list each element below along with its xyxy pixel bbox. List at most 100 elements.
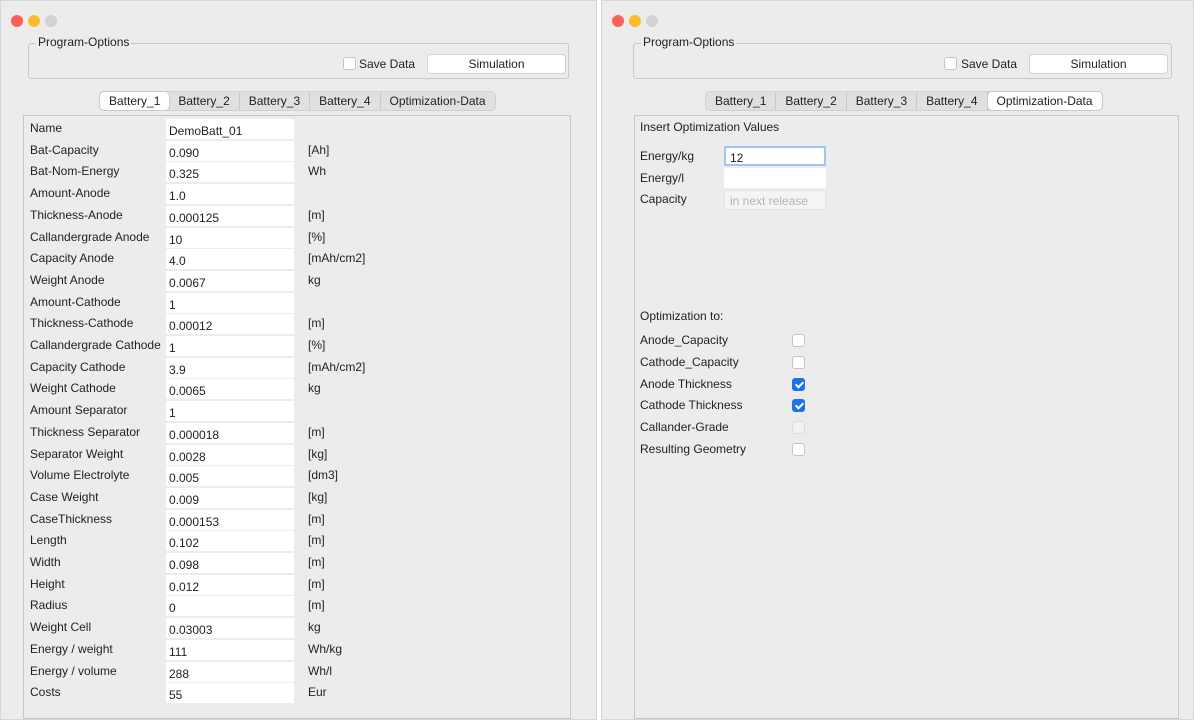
field-input-capacity-anode[interactable]: 4.0 bbox=[166, 249, 294, 270]
field-input-casethickness[interactable]: 0.000153 bbox=[166, 509, 294, 530]
field-input-amount-anode[interactable]: 1.0 bbox=[166, 184, 294, 205]
form-row-amount-separator: Amount Separator 1 bbox=[24, 400, 564, 422]
field-input-width[interactable]: 0.098 bbox=[166, 553, 294, 573]
save-data-checkbox[interactable] bbox=[343, 57, 356, 70]
field-input-volume-electrolyte[interactable]: 0.005 bbox=[166, 466, 294, 487]
tab-battery-3[interactable]: Battery_3 bbox=[847, 92, 918, 110]
field-unit: [m] bbox=[308, 576, 325, 591]
field-input-bat-nom-energy[interactable]: 0.325 bbox=[166, 162, 294, 183]
field-label: Weight Cell bbox=[30, 620, 92, 635]
field-input-height[interactable]: 0.012 bbox=[166, 574, 294, 595]
form-row-capacity-anode: Capacity Anode 4.0 [mAh/cm2] bbox=[24, 248, 564, 270]
field-input-thickness-anode[interactable]: 0.000125 bbox=[166, 205, 294, 226]
program-options-title: Program-Options bbox=[36, 35, 132, 49]
form-row-thickness-anode: Thickness-Anode 0.000125 [m] bbox=[24, 205, 564, 227]
field-input-weight-anode[interactable]: 0.0067 bbox=[166, 270, 294, 291]
field-input-weight-cell[interactable]: 0.03003 bbox=[166, 618, 294, 639]
field-unit: kg bbox=[308, 272, 321, 287]
tab-battery-1[interactable]: Battery_1 bbox=[100, 92, 170, 110]
target-checkbox-cathode-thickness[interactable] bbox=[792, 399, 805, 413]
field-input-thickness-cathode[interactable]: 0.00012 bbox=[166, 314, 294, 335]
field-unit: [m] bbox=[308, 316, 325, 331]
tab-optimization-data[interactable]: Optimization-Data bbox=[987, 92, 1102, 110]
field-label: Amount-Anode bbox=[30, 186, 111, 201]
tab-battery-4[interactable]: Battery_4 bbox=[917, 92, 988, 110]
field-input-energy-weight[interactable]: 111 bbox=[166, 639, 294, 660]
field-label: Case Weight bbox=[30, 489, 99, 504]
zoom-window-button[interactable] bbox=[45, 15, 57, 27]
form-row-name: Name DemoBatt_01 bbox=[24, 118, 564, 140]
field-unit: [m] bbox=[308, 598, 325, 613]
optimization-targets-title: Optimization to: bbox=[640, 309, 724, 323]
minimize-window-button[interactable] bbox=[629, 15, 641, 27]
form-row-amount-anode: Amount-Anode 1.0 bbox=[24, 183, 564, 205]
target-checkbox-anode-capacity[interactable] bbox=[792, 334, 805, 347]
field-input-bat-capacity[interactable]: 0.090 bbox=[166, 140, 294, 161]
field-input-radius[interactable]: 0 bbox=[166, 596, 294, 617]
form-row-amount-cathode: Amount-Cathode 1 bbox=[24, 292, 564, 314]
field-label: Callandergrade Cathode bbox=[30, 338, 161, 352]
field-input-weight-cathode[interactable]: 0.0065 bbox=[166, 379, 294, 400]
battery-window: Program-Options Save Data Simulation Bat… bbox=[0, 0, 597, 720]
simulation-button[interactable]: Simulation bbox=[427, 54, 566, 74]
form-row-callandergrade-anode: Callandergrade Anode 10 [%] bbox=[24, 227, 564, 249]
field-unit: [kg] bbox=[308, 446, 328, 461]
form-row-energy-volume: Energy / volume 288 Wh/l bbox=[24, 661, 564, 683]
save-data-checkbox[interactable] bbox=[944, 57, 957, 70]
field-input-energy-volume[interactable]: 288 bbox=[166, 661, 294, 682]
field-input-amount-cathode[interactable]: 1 bbox=[166, 292, 294, 313]
field-input-callandergrade-cathode[interactable]: 1 bbox=[166, 336, 294, 356]
close-window-button[interactable] bbox=[11, 15, 23, 27]
field-unit: Wh bbox=[308, 164, 326, 179]
field-input-separator-weight[interactable]: 0.0028 bbox=[166, 444, 294, 465]
close-window-button[interactable] bbox=[612, 15, 624, 27]
title-bar bbox=[602, 1, 1193, 39]
form-row-capacity-cathode: Capacity Cathode 3.9 [mAh/cm2] bbox=[24, 357, 564, 379]
program-options-title: Program-Options bbox=[641, 35, 737, 49]
energy-per-kg-input[interactable]: 12 bbox=[724, 146, 826, 166]
field-input-case-weight[interactable]: 0.009 bbox=[166, 487, 294, 508]
field-input-costs[interactable]: 55 bbox=[166, 683, 294, 704]
field-unit: [mAh/cm2] bbox=[308, 359, 366, 374]
field-input-name[interactable]: DemoBatt_01 bbox=[166, 119, 294, 139]
field-label: Thickness Separator bbox=[30, 424, 141, 439]
tab-battery-4[interactable]: Battery_4 bbox=[310, 92, 381, 110]
field-input-thickness-separator[interactable]: 0.000018 bbox=[166, 422, 294, 443]
field-input-amount-separator[interactable]: 1 bbox=[166, 401, 294, 422]
field-label: Bat-Nom-Energy bbox=[30, 164, 120, 179]
field-unit: [m] bbox=[308, 511, 325, 526]
energy-per-liter-input[interactable] bbox=[724, 168, 826, 188]
field-label: Thickness-Cathode bbox=[30, 316, 134, 331]
form-row-length: Length 0.102 [m] bbox=[24, 530, 564, 552]
tab-battery-1[interactable]: Battery_1 bbox=[706, 92, 777, 110]
form-row-weight-cathode: Weight Cathode 0.0065 kg bbox=[24, 378, 564, 400]
zoom-window-button[interactable] bbox=[646, 15, 658, 27]
field-input-length[interactable]: 0.102 bbox=[166, 531, 294, 552]
energy-per-kg-label: Energy/kg bbox=[640, 149, 695, 163]
tab-optimization-data[interactable]: Optimization-Data bbox=[381, 92, 495, 110]
target-checkbox-resulting-geometry[interactable] bbox=[792, 443, 805, 456]
optimization-window: Program-Options Save Data Simulation Bat… bbox=[601, 0, 1194, 720]
field-unit: kg bbox=[308, 620, 321, 635]
field-unit: [%] bbox=[308, 338, 326, 352]
target-label-cathode-capacity: Cathode_Capacity bbox=[640, 354, 739, 369]
field-unit: [dm3] bbox=[308, 468, 339, 483]
battery-1-panel: Name DemoBatt_01 Bat-Capacity 0.090 [Ah] Bat-… bbox=[23, 115, 571, 719]
tab-battery-2[interactable]: Battery_2 bbox=[169, 92, 240, 110]
program-options-group: Program-Options Save Data Simulation bbox=[633, 35, 1172, 79]
field-input-capacity-cathode[interactable]: 3.9 bbox=[166, 357, 294, 378]
tab-battery-2[interactable]: Battery_2 bbox=[776, 92, 847, 110]
form-row-width: Width 0.098 [m] bbox=[24, 552, 564, 574]
minimize-window-button[interactable] bbox=[28, 15, 40, 27]
save-data-label: Save Data bbox=[359, 57, 416, 71]
optimization-values-title: Insert Optimization Values bbox=[640, 120, 780, 134]
target-checkbox-anode-thickness[interactable] bbox=[792, 377, 805, 391]
tab-battery-3[interactable]: Battery_3 bbox=[240, 92, 311, 110]
field-input-callandergrade-anode[interactable]: 10 bbox=[166, 227, 294, 248]
form-row-costs: Costs 55 Eur bbox=[24, 682, 564, 704]
simulation-button[interactable]: Simulation bbox=[1029, 54, 1168, 74]
field-label: Separator Weight bbox=[30, 446, 124, 461]
field-label: Amount-Cathode bbox=[30, 294, 121, 309]
target-checkbox-cathode-capacity[interactable] bbox=[792, 355, 805, 369]
form-row-thickness-separator: Thickness Separator 0.000018 [m] bbox=[24, 422, 564, 444]
